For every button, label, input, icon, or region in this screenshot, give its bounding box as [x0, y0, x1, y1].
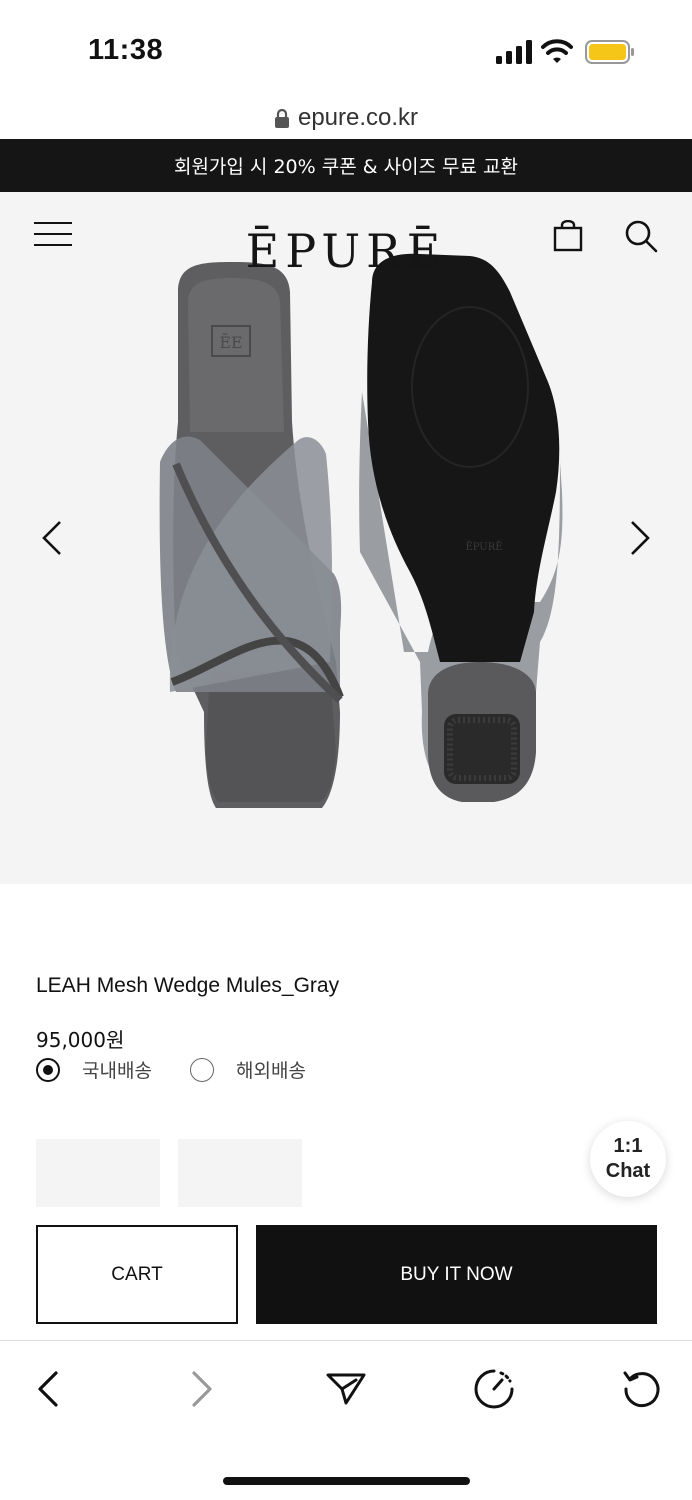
- shipping-option-label: 해외배송: [236, 1060, 306, 1082]
- option-swatch[interactable]: [178, 1139, 302, 1207]
- back-icon[interactable]: [30, 1369, 70, 1409]
- battery-icon: [585, 40, 634, 64]
- wifi-icon: [541, 39, 573, 63]
- chevron-left-icon[interactable]: [38, 518, 66, 558]
- brand-logo[interactable]: ĒPURĒ: [240, 224, 452, 278]
- speed-icon[interactable]: [474, 1369, 514, 1409]
- chat-button[interactable]: 1:1 Chat: [590, 1121, 666, 1197]
- lock-icon: [274, 108, 289, 128]
- cart-button[interactable]: CART: [36, 1225, 238, 1324]
- chat-label-line1: 1:1: [613, 1135, 643, 1157]
- svg-text:ĒPURĒ: ĒPURĒ: [465, 541, 502, 553]
- share-icon[interactable]: [326, 1369, 366, 1409]
- chat-label-line2: Chat: [605, 1160, 651, 1182]
- chevron-right-icon[interactable]: [626, 518, 654, 558]
- product-price: 95,000원: [36, 1028, 125, 1052]
- forward-icon[interactable]: [180, 1369, 220, 1409]
- option-swatch[interactable]: [36, 1139, 160, 1207]
- cellular-signal-icon: [496, 40, 532, 64]
- url-text: epure.co.kr: [297, 104, 419, 131]
- shipping-option-domestic[interactable]: 국내배송: [36, 1056, 152, 1083]
- promo-banner[interactable]: 회원가입 시 20% 쿠폰 & 사이즈 무료 교환: [0, 139, 692, 192]
- radio-button[interactable]: [36, 1057, 60, 1082]
- product-image-carousel[interactable]: ĒE ĒPURĒ ĒPURĒ: [0, 192, 692, 884]
- shipping-option-label: 국내배송: [82, 1060, 152, 1082]
- product-title: LEAH Mesh Wedge Mules_Gray: [36, 974, 340, 997]
- status-bar: 11:38: [0, 0, 692, 96]
- browser-toolbar: [0, 1340, 692, 1500]
- search-icon[interactable]: [624, 219, 658, 253]
- shopping-bag-icon[interactable]: [552, 220, 584, 252]
- hamburger-menu-icon[interactable]: [34, 220, 72, 248]
- radio-button[interactable]: [190, 1057, 214, 1082]
- shipping-option-overseas[interactable]: 해외배송: [190, 1056, 306, 1083]
- svg-text:ĒE: ĒE: [219, 332, 242, 352]
- product-image: ĒE ĒPURĒ: [159, 253, 563, 808]
- buy-now-button[interactable]: BUY IT NOW: [256, 1225, 657, 1324]
- reload-icon[interactable]: [622, 1369, 662, 1409]
- url-bar[interactable]: epure.co.kr: [0, 96, 692, 140]
- home-indicator[interactable]: [223, 1477, 470, 1485]
- status-time: 11:38: [88, 34, 164, 66]
